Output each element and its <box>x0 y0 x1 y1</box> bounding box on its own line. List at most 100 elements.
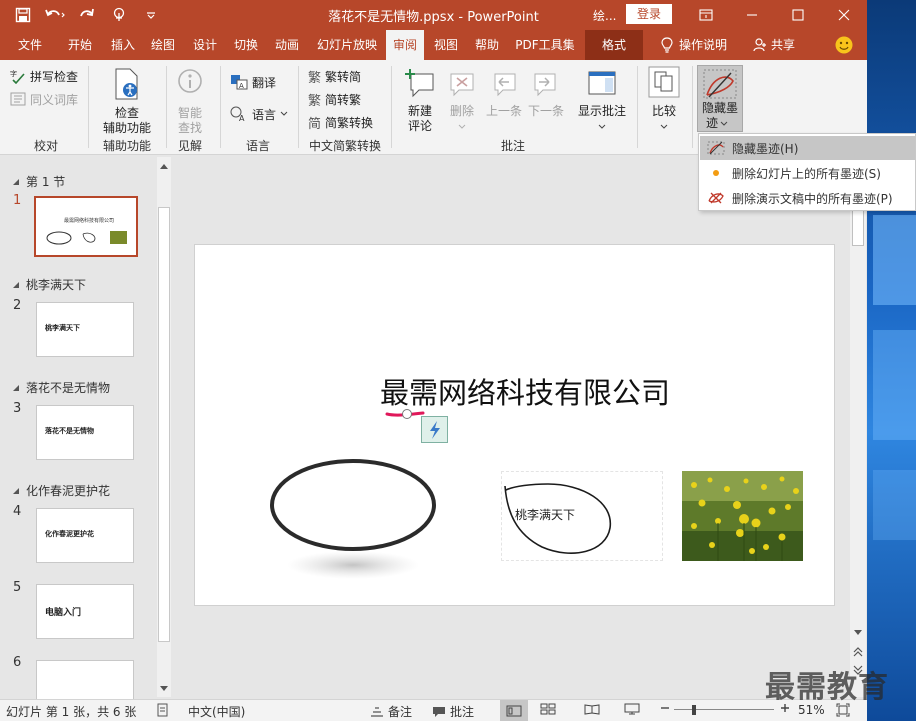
slide-thumbnail-5[interactable]: 电脑入门 <box>36 584 134 639</box>
thumb-text: 化作春泥更护花 <box>45 530 94 538</box>
menu-item-hide-ink[interactable]: 隐藏墨迹(H) <box>700 136 915 160</box>
customize-qat-icon[interactable] <box>138 4 164 26</box>
new-comment-button[interactable]: 新建 评论 <box>400 68 440 134</box>
spell-check-icon: 字 <box>10 69 25 84</box>
slideshow-button[interactable] <box>624 703 640 715</box>
redo-icon[interactable] <box>74 4 100 26</box>
tab-format[interactable]: 格式 <box>585 30 643 60</box>
spell-check-button[interactable]: 字 拼写检查 <box>10 66 78 86</box>
menu-item-delete-presentation-ink[interactable]: 删除演示文稿中的所有墨迹(P) <box>700 186 915 210</box>
trad-to-simp-label: 繁转简 <box>325 69 362 84</box>
ribbon-display-options-icon[interactable] <box>683 0 729 30</box>
login-button[interactable]: 登录 <box>626 4 672 24</box>
group-label-accessibility: 辅助功能 <box>102 139 151 153</box>
slide-thumbnail-2[interactable]: 桃李满天下 <box>36 302 134 357</box>
translate-icon: A <box>231 75 248 90</box>
show-comments-button[interactable]: 显示批注 <box>574 68 630 134</box>
slide-thumbnail-3[interactable]: 落花不是无情物 <box>36 405 134 460</box>
compare-button[interactable]: 比较 <box>644 66 684 134</box>
feedback-smiley-icon[interactable] <box>832 30 856 60</box>
group-separator <box>692 66 693 148</box>
section-header-3[interactable]: 落花不是无情物 <box>12 379 110 396</box>
thesaurus-label: 同义词库 <box>30 92 79 107</box>
maximize-icon[interactable] <box>775 0 821 30</box>
tab-insert[interactable]: 插入 <box>101 30 145 60</box>
smart-lookup-line1: 智能 <box>177 106 202 120</box>
tab-review[interactable]: 审阅 <box>386 30 424 60</box>
tab-view[interactable]: 视图 <box>426 30 466 60</box>
slide-thumbnail-6[interactable] <box>36 660 134 700</box>
tab-help[interactable]: 帮助 <box>467 30 507 60</box>
drawing-tools-label: 绘... <box>593 9 617 23</box>
zoom-out-icon[interactable] <box>660 703 670 713</box>
minimize-icon[interactable] <box>729 0 775 30</box>
touch-mode-icon[interactable] <box>106 4 132 26</box>
text-box-with-ink[interactable]: 桃李满天下 <box>501 471 663 561</box>
normal-view-icon <box>506 705 522 716</box>
flash-fill-icon[interactable] <box>421 416 448 443</box>
undo-icon[interactable] <box>42 4 68 26</box>
comments-pane-button[interactable]: 批注 <box>432 703 474 720</box>
editor-scroll-thumb[interactable] <box>852 210 864 246</box>
accessibility-status-icon[interactable] <box>156 703 170 717</box>
section-header-2[interactable]: 桃李满天下 <box>12 276 86 293</box>
tell-me-box[interactable]: 操作说明 <box>652 30 736 60</box>
section-header-1[interactable]: 第 1 节 <box>12 173 65 190</box>
rapeseed-flower-photo[interactable] <box>682 471 803 561</box>
slide-thumbnail-4[interactable]: 化作春泥更护花 <box>36 508 134 563</box>
save-icon[interactable] <box>10 4 36 26</box>
text-box-content: 桃李满天下 <box>515 508 576 522</box>
language-icon: A <box>230 106 245 122</box>
menu-item-delete-slide-ink[interactable]: 删除幻灯片上的所有墨迹(S) <box>700 161 915 185</box>
smart-lookup-button[interactable]: 智能 查找 <box>170 68 210 136</box>
svg-text:A: A <box>239 82 244 90</box>
notes-button[interactable]: 备注 <box>370 703 412 720</box>
section-header-4[interactable]: 化作春泥更护花 <box>12 482 110 499</box>
language-button[interactable]: A 语言 <box>230 104 288 124</box>
previous-comment-button[interactable]: 上一条 <box>484 68 524 119</box>
zoom-slider-track[interactable] <box>674 709 774 710</box>
desktop-window-pane <box>873 215 916 305</box>
slide-sorter-button[interactable] <box>540 703 556 715</box>
watermark-text: 最需教育 <box>765 670 889 705</box>
tab-transitions[interactable]: 切换 <box>224 30 268 60</box>
next-comment-icon <box>534 73 556 97</box>
hide-ink-button[interactable]: 隐藏墨 迹 <box>697 65 743 132</box>
tab-pdf-tools[interactable]: PDF工具集 <box>509 30 581 60</box>
scroll-down-arrow-icon[interactable] <box>851 626 865 640</box>
tab-file[interactable]: 文件 <box>8 30 52 60</box>
reading-view-button[interactable] <box>584 703 600 715</box>
comments-label: 批注 <box>450 705 475 719</box>
check-accessibility-button[interactable]: 检查 辅助功能 <box>98 68 156 136</box>
next-comment-button[interactable]: 下一条 <box>526 68 566 119</box>
previous-slide-icon[interactable] <box>851 645 865 659</box>
trad-to-simp-button[interactable]: 繁 繁转简 <box>308 66 361 86</box>
thumbnails-scroll-thumb[interactable] <box>158 207 170 642</box>
language-indicator[interactable]: 中文(中国) <box>188 703 245 720</box>
reading-view-icon <box>584 704 600 715</box>
hide-ink-line2-wrap: 迹 <box>706 116 728 131</box>
close-icon[interactable] <box>821 0 867 30</box>
tab-slideshow[interactable]: 幻灯片放映 <box>309 30 385 60</box>
svg-text:A: A <box>239 114 245 122</box>
zoom-slider-thumb[interactable] <box>692 705 696 715</box>
normal-view-button[interactable] <box>500 700 528 721</box>
chinese-convert-button[interactable]: 简 简繁转换 <box>308 112 373 132</box>
scroll-up-arrow-icon[interactable] <box>157 159 171 173</box>
simp-to-trad-button[interactable]: 繁 简转繁 <box>308 89 361 109</box>
tab-design[interactable]: 设计 <box>183 30 227 60</box>
slide-thumbnails-pane: 第 1 节 1 最需网络科技有限公司 桃李满天下 2 桃李满天下 落花不是无情物… <box>0 157 172 700</box>
tab-animations[interactable]: 动画 <box>265 30 309 60</box>
thesaurus-button[interactable]: 同义词库 <box>10 89 78 109</box>
translate-button[interactable]: A 翻译 <box>230 72 276 92</box>
tab-home[interactable]: 开始 <box>58 30 102 60</box>
scroll-down-arrow-icon[interactable] <box>157 682 171 696</box>
slide-canvas[interactable]: 最需网络科技有限公司 桃李满天下 <box>194 244 835 606</box>
tab-draw[interactable]: 绘图 <box>141 30 185 60</box>
translate-label: 翻译 <box>252 75 277 90</box>
ellipse-shape[interactable] <box>265 455 445 585</box>
slide-thumbnail-1[interactable]: 最需网络科技有限公司 <box>34 196 138 257</box>
share-button[interactable]: 共享 <box>748 30 800 60</box>
delete-comment-button[interactable]: 删除 <box>444 68 480 134</box>
lightbulb-icon <box>661 37 673 53</box>
